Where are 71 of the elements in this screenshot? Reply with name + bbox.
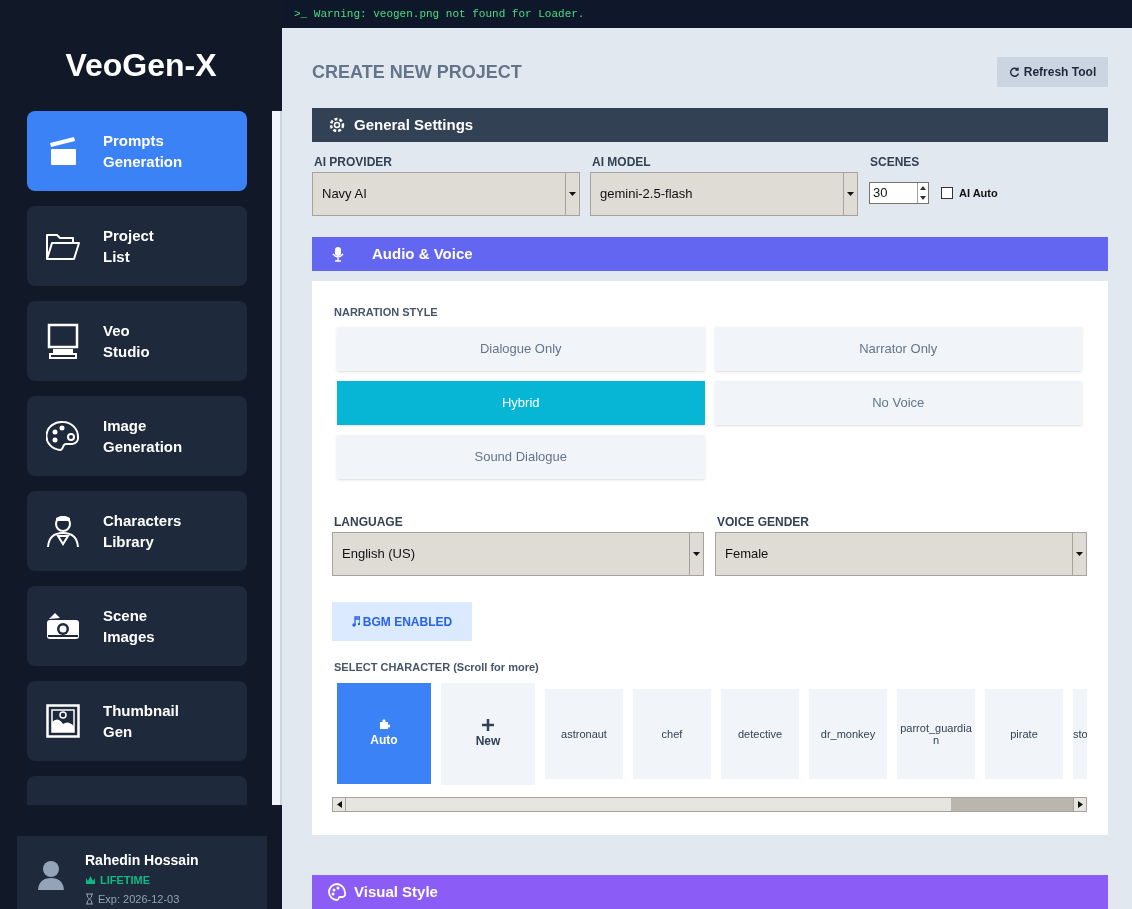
narration-option[interactable]: Sound Dialogue — [337, 435, 705, 479]
checkbox-label: AI Auto — [959, 185, 998, 201]
person-icon — [46, 514, 80, 548]
scroll-left-icon[interactable] — [336, 801, 342, 808]
narration-option[interactable]: Narrator Only — [714, 327, 1082, 371]
nav-item[interactable]: Thumbnail Gen — [27, 681, 247, 761]
picture-frame-icon — [46, 704, 80, 738]
nav-item[interactable]: Scene Images — [27, 586, 247, 666]
dropdown-arrow-icon — [569, 192, 576, 196]
field-label: VOICE GENDER — [717, 514, 810, 530]
field-label: NARRATION STYLE — [334, 305, 439, 320]
crown-icon — [85, 875, 96, 886]
gear-icon — [328, 116, 346, 134]
scrollbar-thumb[interactable] — [951, 798, 1073, 811]
puzzle-icon — [378, 718, 390, 730]
console-message: >_ Warning: veogen.png not found for Loader. — [294, 6, 585, 22]
narration-option[interactable]: No Voice — [714, 381, 1082, 425]
field-label: SCENES — [870, 154, 921, 170]
monitor-icon — [47, 323, 79, 359]
dropdown[interactable]: Navy AI — [312, 172, 580, 216]
bgm-toggle-button[interactable]: BGM ENABLED — [332, 602, 472, 641]
character-card[interactable]: detective — [721, 689, 799, 779]
palette-icon — [328, 883, 346, 901]
field-label: SELECT CHARACTER (Scroll for more) — [334, 660, 540, 675]
nav-item[interactable]: Prompts Generation — [27, 111, 247, 191]
scrollbar[interactable] — [272, 111, 282, 805]
checkbox[interactable] — [941, 187, 953, 199]
plus-icon — [482, 718, 494, 731]
refresh-button[interactable]: Refresh Tool — [997, 57, 1108, 87]
page-title: CREATE NEW PROJECT — [312, 60, 522, 84]
user-avatar-icon — [37, 860, 65, 890]
plan-label: LIFETIME — [100, 873, 151, 888]
clapperboard-icon — [48, 136, 78, 166]
field-label: LANGUAGE — [334, 514, 404, 530]
dropdown[interactable]: gemini-2.5-flash — [590, 172, 858, 216]
hourglass-icon — [85, 892, 94, 905]
user-name: Rahedin Hossain — [85, 851, 199, 870]
character-card[interactable]: astronaut — [545, 689, 623, 779]
new-character-button[interactable]: New — [441, 683, 535, 785]
nav-item[interactable]: Characters Library — [27, 491, 247, 571]
scroll-right-icon[interactable] — [1077, 801, 1083, 808]
nav-item[interactable]: Veo Studio — [27, 301, 247, 381]
section-title: Visual Style — [354, 881, 438, 902]
character-card[interactable]: parrot_guardian — [897, 689, 975, 779]
character-card[interactable]: dr_monkey — [809, 689, 887, 779]
character-card[interactable]: chef — [633, 689, 711, 779]
nav-item[interactable]: Image Generation — [27, 396, 247, 476]
nav-item[interactable]: Project List — [27, 206, 247, 286]
field-label: AI MODEL — [592, 154, 652, 170]
character-card[interactable]: pirate — [985, 689, 1063, 779]
narration-option[interactable]: Dialogue Only — [337, 327, 705, 371]
music-note-icon — [351, 616, 360, 627]
field-label: AI PROVIDER — [314, 154, 393, 170]
camera-icon — [45, 611, 81, 641]
dropdown[interactable]: Female — [715, 532, 1087, 576]
section-title: Audio & Voice — [372, 243, 473, 264]
dropdown-arrow-icon — [1076, 552, 1083, 556]
auto-character-button[interactable]: Auto — [337, 683, 431, 784]
expiry-date: Exp: 2026-12-03 — [98, 891, 180, 907]
dropdown-arrow-icon — [847, 192, 854, 196]
dropdown[interactable]: English (US) — [332, 532, 704, 576]
section-title: General Settings — [354, 114, 474, 135]
scenes-spinbox[interactable]: 30 — [869, 182, 929, 204]
app-title: VeoGen-X — [65, 46, 217, 85]
refresh-icon — [1008, 66, 1020, 78]
microphone-icon — [332, 246, 344, 262]
folder-icon — [45, 231, 81, 261]
character-card[interactable]: sto — [1073, 689, 1087, 779]
dropdown-arrow-icon — [693, 552, 700, 556]
horizontal-scrollbar[interactable] — [332, 797, 1087, 812]
palette-icon — [46, 420, 80, 452]
